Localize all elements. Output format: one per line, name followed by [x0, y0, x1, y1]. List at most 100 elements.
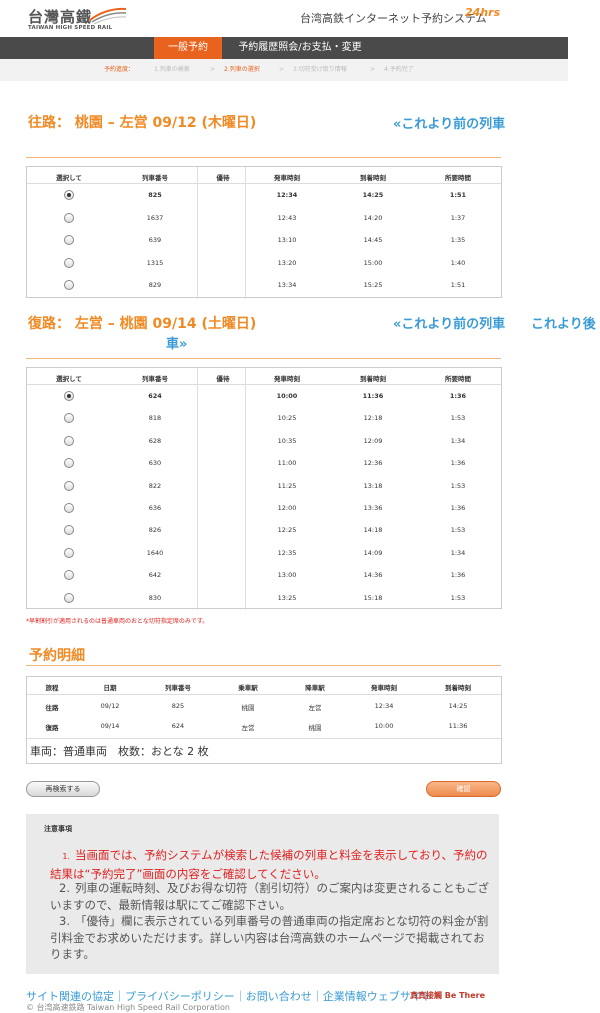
train-arrive: 11:36 [362, 392, 384, 400]
column-divider [197, 167, 198, 299]
train-select-radio[interactable] [64, 592, 74, 603]
train-depart: 12:34 [276, 191, 298, 199]
train-arrive: 12:18 [363, 414, 383, 423]
train-arrive: 12:36 [363, 459, 383, 468]
train-depart: 11:00 [277, 459, 297, 468]
train-select-radio[interactable] [64, 212, 74, 223]
train-arrive: 13:18 [363, 481, 383, 490]
research-button[interactable]: 再検索する [26, 781, 100, 797]
column-header: 到着時刻 [360, 174, 386, 182]
train-select-radio[interactable] [64, 413, 74, 424]
column-header: 列車番号 [165, 684, 191, 692]
train-arrive: 14:18 [363, 526, 383, 535]
main-navbar: 一般予約 予約履歴照会/お支払・変更 [0, 37, 568, 59]
details-cell: 14:25 [448, 702, 468, 710]
train-select-radio[interactable] [64, 257, 74, 268]
train-train: 830 [148, 593, 162, 602]
train-train: 822 [148, 481, 162, 490]
train-select-radio[interactable] [64, 435, 74, 446]
progress-step-2: 2.列車の選択 [224, 66, 260, 73]
details-cell: 左営 [241, 724, 255, 732]
train-duration: 1:36 [450, 571, 466, 580]
details-cell: 624 [171, 722, 185, 730]
train-train: 829 [148, 281, 162, 289]
train-duration: 1:51 [449, 191, 467, 199]
train-arrive: 14:20 [363, 213, 383, 222]
train-duration: 1:36 [450, 504, 466, 512]
train-depart: 11:25 [277, 481, 297, 490]
details-cell: 桃園 [308, 724, 322, 732]
column-header: 降車駅 [305, 684, 325, 692]
column-header: 日期 [103, 684, 117, 692]
train-train: 818 [148, 414, 162, 423]
train-duration: 1:53 [450, 526, 466, 535]
train-depart: 13:20 [277, 258, 297, 267]
header-divider [27, 183, 501, 184]
train-depart: 12:00 [277, 504, 297, 512]
train-arrive: 15:18 [363, 593, 383, 602]
details-cell: 825 [171, 702, 185, 710]
train-depart: 12:25 [277, 526, 297, 535]
train-arrive: 13:36 [363, 504, 383, 512]
progress-step-3: 3.切符受け取り情報 [293, 66, 347, 73]
early-discount-note: *早割割引が適用されるのは普通車両のおとな切符指定席のみです。 [26, 618, 209, 625]
outbound-earlier-trains-link[interactable]: «これより前の列車 [393, 113, 505, 132]
train-select-radio[interactable] [64, 235, 74, 245]
train-depart: 10:35 [277, 436, 297, 445]
outbound-train-table: 選択して 列車番号 優待 発車時刻 到着時刻 所要時間 825 12:34 14:25 1:51 1… [26, 166, 502, 299]
train-train: 636 [148, 504, 162, 512]
column-header: 選択して [56, 375, 82, 383]
train-depart: 13:25 [277, 593, 297, 602]
train-select-radio[interactable] [64, 190, 74, 200]
nav-general-booking[interactable]: 一般予約 [154, 37, 222, 59]
train-select-radio[interactable] [64, 391, 74, 401]
confirm-button[interactable]: 確認 [426, 781, 501, 797]
notice-item-1: 1. 当画面では、予約システムが検索した候補の列車と料金を表示しており、予約の結果… [50, 848, 488, 881]
outbound-title: 往路： 桃園 – 左営 09/12 (木曜日) [28, 115, 257, 131]
train-select-radio[interactable] [64, 480, 74, 491]
column-header: 到着時刻 [445, 684, 471, 692]
header-divider [27, 694, 501, 695]
train-select-radio[interactable] [64, 547, 74, 558]
system-title: 台湾高鉄インターネット予約システム [300, 12, 487, 25]
train-duration: 1:34 [450, 436, 466, 445]
return-earlier-trains-link[interactable]: «これより前の列車 [393, 313, 505, 332]
return-later-trains-link-cont[interactable]: 車» [166, 333, 187, 352]
train-select-radio[interactable] [64, 525, 74, 536]
train-duration: 1:53 [450, 414, 466, 423]
train-train: 1315 [146, 258, 164, 267]
thsr-logo[interactable]: 台灣高鐵 TAIWAN HIGH SPEED RAIL [28, 6, 128, 34]
train-select-radio[interactable] [64, 503, 74, 513]
progress-step-1: 1.列車の検索 [154, 66, 190, 73]
train-select-radio[interactable] [64, 570, 74, 581]
train-duration: 1:51 [450, 281, 466, 289]
nav-booking-history[interactable]: 予約履歴照会/お支払・変更 [232, 37, 368, 59]
train-arrive: 14:36 [363, 571, 383, 580]
header-divider [27, 384, 501, 385]
train-arrive: 14:09 [363, 548, 383, 557]
train-depart: 10:25 [277, 414, 297, 423]
logo-subtext: TAIWAN HIGH SPEED RAIL [28, 25, 113, 31]
column-header: 発車時刻 [274, 375, 300, 383]
train-train: 825 [148, 191, 162, 199]
train-duration: 1:36 [450, 459, 466, 468]
details-cell: 桃園 [241, 704, 255, 712]
train-arrive: 15:25 [363, 281, 383, 289]
train-duration: 1:53 [450, 481, 466, 490]
progress-separator: > [279, 66, 285, 73]
train-select-radio[interactable] [64, 458, 74, 469]
progress-label: 予約進度： [104, 66, 135, 73]
train-depart: 13:00 [277, 571, 297, 580]
train-train: 624 [148, 392, 162, 400]
progress-separator: > [370, 66, 376, 73]
column-divider [245, 368, 246, 610]
train-depart: 13:10 [277, 236, 297, 244]
divider [26, 157, 501, 158]
return-later-trains-link[interactable]: これより後 [531, 313, 596, 332]
train-select-radio[interactable] [64, 280, 74, 290]
train-arrive: 14:25 [362, 191, 384, 199]
column-header: 発車時刻 [274, 174, 300, 182]
train-depart: 12:35 [277, 548, 297, 557]
train-duration: 1:53 [450, 593, 466, 602]
train-train: 826 [148, 526, 162, 535]
